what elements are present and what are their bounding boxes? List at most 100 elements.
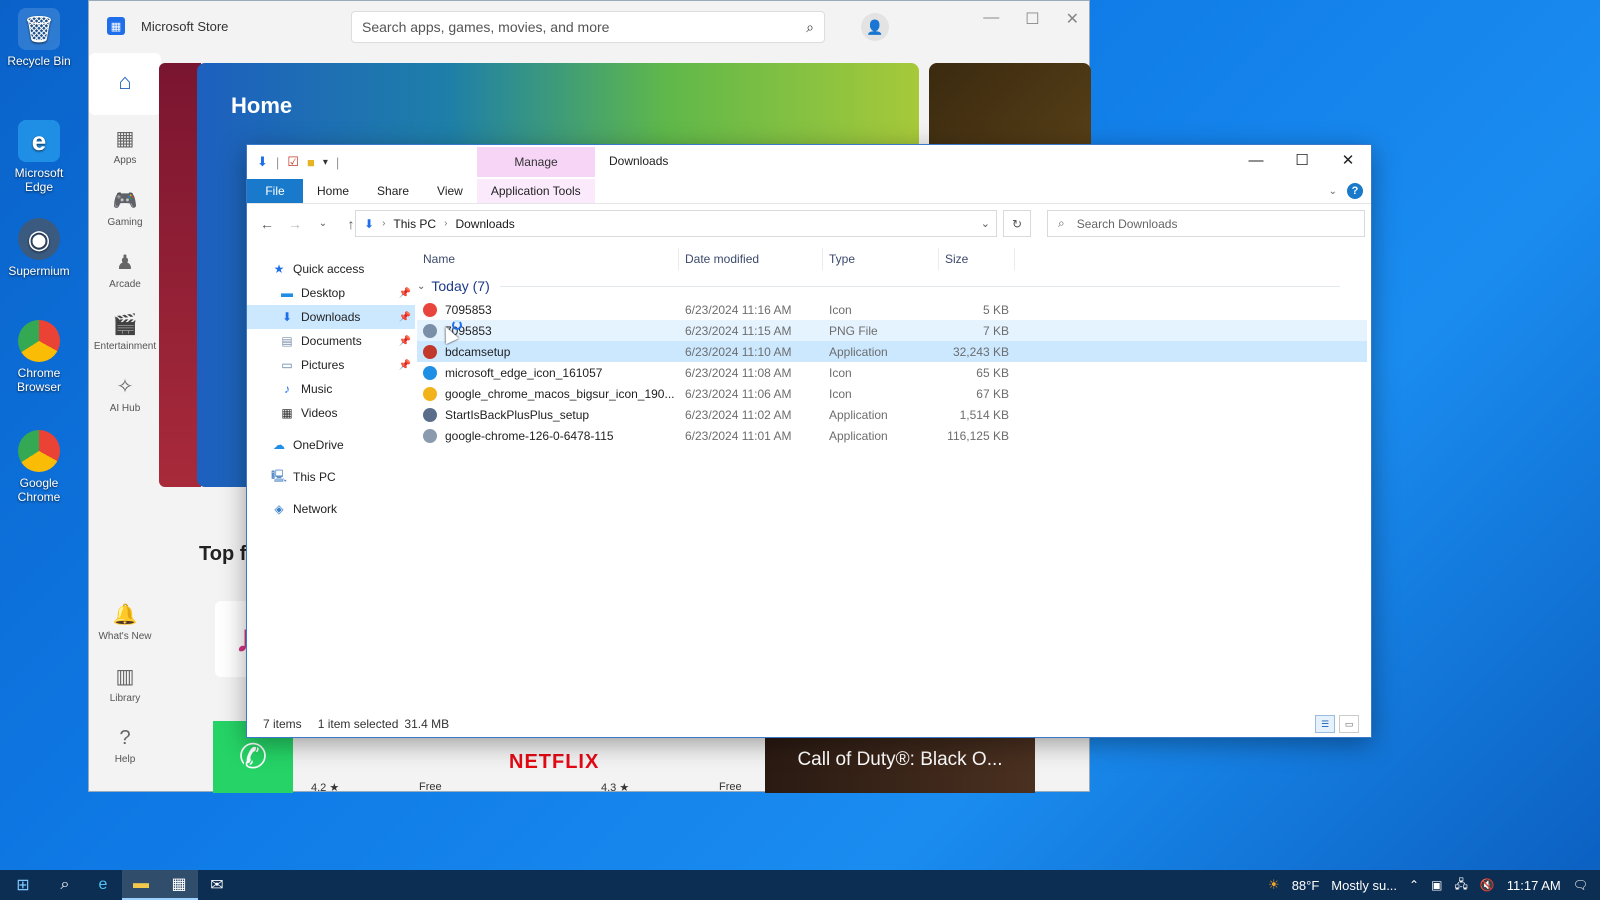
search-icon[interactable]: ⌕ bbox=[806, 19, 814, 36]
netflix-logo[interactable]: NETFLIX bbox=[509, 751, 599, 774]
column-date-modified[interactable]: Date modified bbox=[679, 248, 823, 270]
column-type[interactable]: Type bbox=[823, 248, 939, 270]
nav-arcade[interactable]: ♟ Arcade bbox=[89, 239, 161, 301]
tree-label: Downloads bbox=[301, 310, 361, 324]
minimize-icon[interactable]: — bbox=[1233, 145, 1279, 175]
table-row[interactable]: StartIsBackPlusPlus_setup 6/23/2024 11:02… bbox=[417, 404, 1367, 425]
tree-item-pictures[interactable]: ▭ Pictures 📌 bbox=[247, 353, 415, 377]
minimize-icon[interactable]: — bbox=[983, 9, 999, 29]
nav-whats-new[interactable]: 🔔 What's New bbox=[89, 591, 161, 653]
tree-item-desktop[interactable]: ▬ Desktop 📌 bbox=[247, 281, 415, 305]
tab-home[interactable]: Home bbox=[303, 179, 363, 203]
desktop-icon-edge[interactable]: e Microsoft Edge bbox=[4, 120, 74, 194]
desktop-icon-supermium[interactable]: ◉ Supermium bbox=[4, 218, 74, 278]
forward-icon[interactable]: → bbox=[281, 216, 309, 232]
status-selected: 1 item selected bbox=[317, 717, 399, 731]
column-size[interactable]: Size bbox=[939, 248, 1015, 270]
taskbar-edge[interactable]: e bbox=[84, 870, 122, 900]
breadcrumb-this-pc[interactable]: This PC bbox=[393, 217, 436, 231]
nav-label: What's New bbox=[98, 631, 152, 642]
file-name: StartIsBackPlusPlus_setup bbox=[445, 407, 590, 422]
weather-icon[interactable]: ☀ bbox=[1268, 877, 1280, 893]
table-row[interactable]: google-chrome-126-0-6478-115 6/23/2024 11… bbox=[417, 425, 1367, 446]
refresh-icon[interactable]: ↻ bbox=[1003, 210, 1031, 237]
volume-muted-icon[interactable]: 🔇 bbox=[1480, 878, 1495, 892]
hero-side-banner[interactable] bbox=[159, 63, 201, 487]
help-icon[interactable]: ? bbox=[1347, 183, 1363, 199]
large-icons-view-icon[interactable]: ▭ bbox=[1339, 715, 1359, 733]
customize-toolbar-icon[interactable]: ▾ bbox=[323, 157, 328, 168]
search-input[interactable]: ⌕ Search Downloads bbox=[1047, 210, 1365, 237]
tab-application-tools[interactable]: Application Tools bbox=[476, 179, 595, 203]
nav-apps[interactable]: ▦ Apps bbox=[89, 115, 161, 177]
expand-ribbon-icon[interactable]: ⌄ bbox=[1329, 186, 1337, 197]
chevron-up-icon[interactable]: ⌃ bbox=[1409, 878, 1419, 892]
tree-item-network[interactable]: ◈ Network bbox=[247, 497, 415, 521]
meet-now-icon[interactable]: ▣ bbox=[1431, 878, 1442, 892]
weather-text[interactable]: Mostly su... bbox=[1331, 878, 1397, 893]
group-label: Today (7) bbox=[431, 278, 490, 294]
maximize-icon[interactable]: ☐ bbox=[1025, 9, 1039, 29]
taskbar-mail[interactable]: ✉ bbox=[198, 870, 236, 900]
tree-item-onedrive[interactable]: ☁ OneDrive bbox=[247, 433, 415, 457]
download-arrow-icon[interactable]: ⬇ bbox=[257, 154, 268, 170]
start-button[interactable]: ⊞ bbox=[0, 870, 46, 900]
file-name-cell: google-chrome-126-0-6478-115 bbox=[417, 428, 679, 443]
breadcrumb-downloads[interactable]: Downloads bbox=[455, 217, 514, 231]
table-row[interactable]: microsoft_edge_icon_161057 6/23/2024 11:0… bbox=[417, 362, 1367, 383]
table-row[interactable]: google_chrome_macos_bigsur_icon_190... 6/… bbox=[417, 383, 1367, 404]
nav-library[interactable]: ▥ Library bbox=[89, 653, 161, 715]
new-folder-icon[interactable]: ■ bbox=[307, 155, 315, 170]
tree-label: Music bbox=[301, 382, 333, 396]
details-view-icon[interactable]: ☰ bbox=[1315, 715, 1335, 733]
table-row[interactable]: bdcamsetup 6/23/2024 11:10 AM Application 3… bbox=[417, 341, 1367, 362]
network-icon[interactable]: 🖧 bbox=[1454, 875, 1467, 896]
column-headers: Name Date modified Type Size bbox=[417, 245, 1367, 273]
properties-icon[interactable]: ☑ bbox=[287, 154, 299, 170]
nav-home[interactable]: ⌂ bbox=[89, 53, 161, 115]
avatar[interactable]: 👤 bbox=[861, 13, 889, 41]
ai-hub-icon: ✧ bbox=[116, 376, 134, 398]
file-date-cell: 6/23/2024 11:06 AM bbox=[685, 386, 792, 401]
music-folder-icon: ♪ bbox=[284, 382, 290, 396]
tab-view[interactable]: View bbox=[423, 179, 477, 203]
tree-item-downloads[interactable]: ⬇ Downloads 📌 bbox=[247, 305, 415, 329]
desktop-icon-recycle-bin[interactable]: 🗑 Recycle Bin bbox=[4, 8, 74, 68]
recent-locations-icon[interactable]: ⌄ bbox=[309, 218, 337, 229]
nav-help[interactable]: ? Help bbox=[89, 715, 161, 777]
store-window-controls: — ☐ ✕ bbox=[983, 9, 1079, 29]
group-header-today[interactable]: ⌄ Today (7) bbox=[417, 273, 1367, 299]
chevron-down-icon[interactable]: ⌄ bbox=[981, 217, 990, 230]
maximize-icon[interactable]: ☐ bbox=[1279, 145, 1325, 175]
tree-item-documents[interactable]: ▤ Documents 📌 bbox=[247, 329, 415, 353]
tab-share[interactable]: Share bbox=[363, 179, 423, 203]
nav-gaming[interactable]: 🎮 Gaming bbox=[89, 177, 161, 239]
weather-temp[interactable]: 88°F bbox=[1292, 878, 1320, 893]
manage-tab[interactable]: Manage bbox=[477, 147, 595, 177]
column-name[interactable]: Name bbox=[417, 248, 679, 270]
nav-entertainment[interactable]: 🎬 Entertainment bbox=[89, 301, 161, 363]
desktop-icon-chrome-browser[interactable]: Chrome Browser bbox=[4, 320, 74, 394]
file-type-cell: Application bbox=[829, 428, 888, 443]
clock[interactable]: 11:17 AM bbox=[1507, 878, 1561, 893]
table-row[interactable]: 7095853 6/23/2024 11:16 AM Icon 5 KB bbox=[417, 299, 1367, 320]
nav-ai-hub[interactable]: ✧ AI Hub bbox=[89, 363, 161, 425]
store-search-input[interactable]: Search apps, games, movies, and more ⌕ bbox=[351, 11, 825, 43]
tree-item-videos[interactable]: ▦ Videos bbox=[247, 401, 415, 425]
taskbar-file-explorer[interactable]: ▬ bbox=[122, 870, 160, 900]
tree-item-this-pc[interactable]: 🖳 This PC bbox=[247, 465, 415, 489]
close-icon[interactable]: ✕ bbox=[1325, 145, 1371, 175]
file-size-cell: 1,514 KB bbox=[959, 407, 1009, 422]
tab-file[interactable]: File bbox=[247, 179, 303, 203]
taskbar-search[interactable]: ⌕ bbox=[46, 870, 84, 900]
system-tray: ☀ 88°F Mostly su... ⌃ ▣ 🖧 🔇 11:17 AM 🗨 bbox=[1268, 870, 1600, 900]
back-icon[interactable]: ← bbox=[253, 216, 281, 232]
table-row[interactable]: 7095853 6/23/2024 11:15 AM PNG File 7 KB bbox=[417, 320, 1367, 341]
tree-item-music[interactable]: ♪ Music bbox=[247, 377, 415, 401]
address-bar[interactable]: ⬇ › This PC › Downloads ⌄ bbox=[355, 210, 997, 237]
notifications-icon[interactable]: 🗨 bbox=[1573, 878, 1588, 892]
desktop-icon-google-chrome[interactable]: Google Chrome bbox=[4, 430, 74, 504]
close-icon[interactable]: ✕ bbox=[1066, 9, 1079, 29]
tree-item-quick-access[interactable]: ★ Quick access bbox=[247, 257, 415, 281]
taskbar-store[interactable]: ▦ bbox=[160, 870, 198, 900]
